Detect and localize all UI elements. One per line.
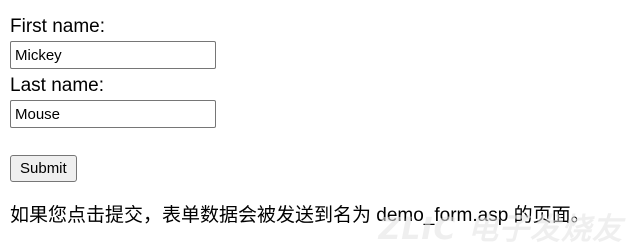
last-name-input[interactable] [10, 100, 216, 128]
last-name-label: Last name: [10, 75, 104, 96]
name-form: First name: Last name: Submit [10, 14, 216, 182]
first-name-input[interactable] [10, 41, 216, 69]
submit-button[interactable]: Submit [10, 155, 77, 182]
first-name-label: First name: [10, 16, 106, 37]
form-submit-note: 如果您点击提交，表单数据会被发送到名为 demo_form.asp 的页面。 [10, 205, 590, 226]
